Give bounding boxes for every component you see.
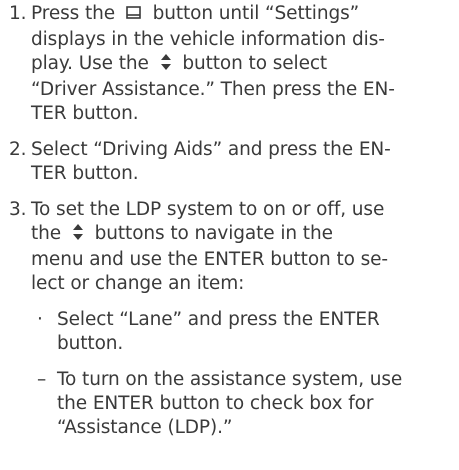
- step-line: TER button.: [31, 103, 139, 124]
- step-line: menu and use the ENTER button to se-: [31, 249, 388, 270]
- sub-line: button.: [57, 333, 124, 354]
- step-text: buttons to navigate in the: [88, 223, 333, 244]
- sub-line: To turn on the assistance system, use: [57, 369, 403, 390]
- step-3: 3. To set the LDP system to on or off, u…: [0, 198, 459, 296]
- step-text: the: [31, 223, 67, 244]
- step-1: 1. Press the button until “Settings” dis…: [0, 2, 459, 126]
- step-line: lect or change an item:: [31, 273, 245, 294]
- step-line: TER button.: [31, 163, 139, 184]
- step-text: button until “Settings”: [146, 3, 360, 24]
- sub-line: “Assistance (LDP).”: [57, 417, 233, 438]
- step-line: the buttons to navigate in the: [31, 222, 453, 248]
- step-line: displays in the vehicle information dis-: [31, 29, 385, 50]
- step-text: button to select: [176, 53, 328, 74]
- step-number: 3.: [9, 199, 27, 220]
- up-down-arrows-icon: [159, 53, 173, 78]
- step-number: 2.: [9, 139, 27, 160]
- step-text: play. Use the: [31, 53, 155, 74]
- step-2: 2. Select “Driving Aids” and press the E…: [0, 138, 459, 186]
- sub-line: Select “Lane” and press the ENTER: [57, 309, 380, 330]
- display-button-icon: [125, 4, 143, 28]
- dash-marker: –: [37, 369, 47, 390]
- manual-page: 1. Press the button until “Settings” dis…: [0, 0, 459, 470]
- step-line: Select “Driving Aids” and press the EN-: [31, 139, 391, 160]
- step-line: To set the LDP system to on or off, use: [31, 199, 385, 220]
- up-down-arrows-icon: [71, 223, 85, 248]
- sub-line: the ENTER button to check box for: [57, 393, 374, 414]
- sub-item-turn-on-assistance: – To turn on the assistance system, use …: [0, 368, 459, 440]
- sub-item-select-lane: · Select “Lane” and press the ENTER butt…: [0, 308, 459, 356]
- step-line: play. Use the button to select: [31, 52, 453, 78]
- step-number: 1.: [9, 3, 27, 24]
- step-line: Press the button until “Settings”: [31, 2, 453, 28]
- bullet-marker: ·: [37, 309, 43, 330]
- step-line: “Driver Assistance.” Then press the EN-: [31, 79, 395, 100]
- step-text: Press the: [31, 3, 121, 24]
